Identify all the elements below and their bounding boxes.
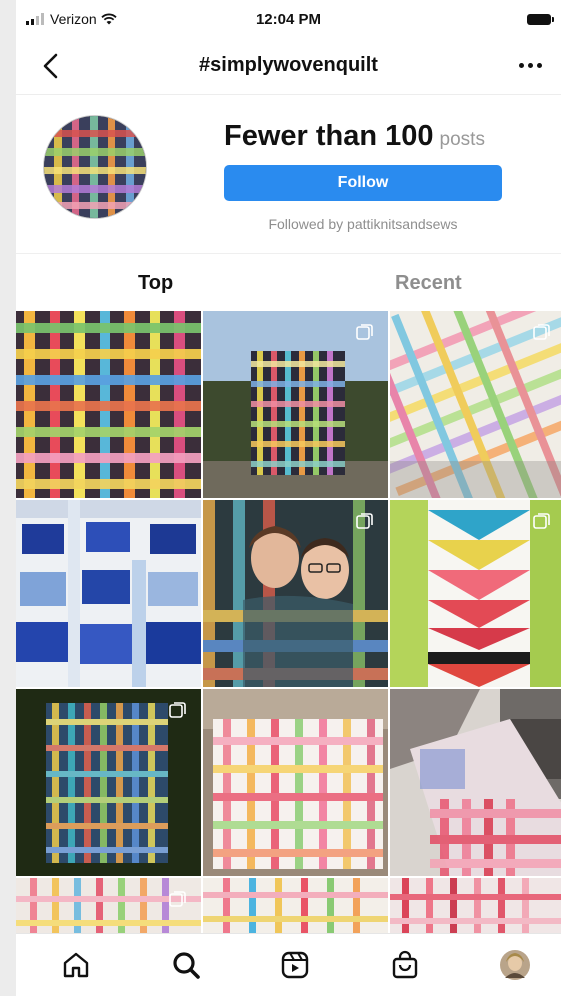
shop-icon[interactable] xyxy=(388,948,422,982)
post-thumbnail[interactable] xyxy=(390,311,561,498)
status-bar: Verizon 12:04 PM xyxy=(16,0,561,40)
post-thumbnail[interactable] xyxy=(16,689,201,876)
search-icon[interactable] xyxy=(169,948,203,982)
post-thumbnail[interactable] xyxy=(16,311,201,498)
follow-button[interactable]: Follow xyxy=(224,165,502,201)
posts-label: posts xyxy=(439,129,485,150)
post-thumbnail[interactable] xyxy=(16,500,201,687)
multiple-posts-icon xyxy=(533,513,550,529)
followed-by-text: Followed by pattiknitsandsews xyxy=(268,216,458,232)
post-grid xyxy=(16,311,561,933)
post-thumbnail[interactable] xyxy=(203,689,388,876)
post-thumbnail[interactable] xyxy=(203,311,388,498)
multiple-posts-icon xyxy=(169,891,186,907)
multiple-posts-icon xyxy=(356,513,373,529)
post-thumbnail[interactable] xyxy=(203,500,388,687)
hashtag-title: #simplywovenquilt xyxy=(199,54,378,76)
multiple-posts-icon xyxy=(169,702,186,718)
post-thumbnail[interactable] xyxy=(203,878,388,933)
multiple-posts-icon xyxy=(533,324,550,340)
multiple-posts-icon xyxy=(356,324,373,340)
post-thumbnail[interactable] xyxy=(390,500,561,687)
bottom-navigation xyxy=(16,933,561,996)
tab-top[interactable]: Top xyxy=(138,272,173,295)
tab-bar: Top Recent xyxy=(16,253,561,312)
reels-icon[interactable] xyxy=(278,948,312,982)
phone-screen: Verizon 12:04 PM #simplywovenquilt Fewer… xyxy=(16,0,561,996)
post-count: Fewer than 100 posts xyxy=(224,120,485,153)
post-thumbnail[interactable] xyxy=(390,689,561,876)
hashtag-avatar xyxy=(43,115,147,219)
post-thumbnail[interactable] xyxy=(16,878,201,933)
nav-header: #simplywovenquilt xyxy=(16,40,561,95)
home-icon[interactable] xyxy=(59,948,93,982)
tab-recent[interactable]: Recent xyxy=(395,272,462,295)
profile-avatar[interactable] xyxy=(498,948,532,982)
more-horizontal-icon[interactable] xyxy=(513,50,547,80)
battery-icon xyxy=(527,14,554,25)
post-count-value: Fewer than 100 xyxy=(224,120,434,152)
post-thumbnail[interactable] xyxy=(390,878,561,933)
status-time: 12:04 PM xyxy=(255,11,322,28)
